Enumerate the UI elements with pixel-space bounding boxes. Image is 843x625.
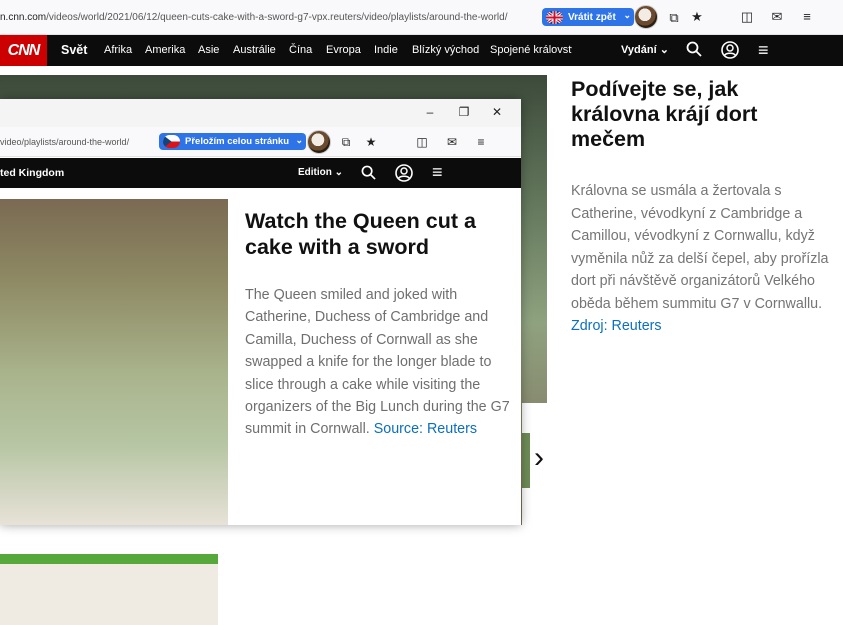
hamburger-menu-icon[interactable]: ≡ (432, 163, 443, 181)
restore-icon[interactable]: ❐ (456, 105, 472, 119)
uk-flag-icon (546, 10, 563, 24)
description-text: Královna se usmála a žertovala s Catheri… (571, 183, 829, 312)
cake-image (0, 554, 218, 625)
browser-toolbar: video/playlists/around-the-world/ Přelož… (0, 127, 521, 157)
bookmark-star-icon[interactable]: ★ (688, 8, 706, 26)
nav-item-blizky-vychod[interactable]: Blízký východ (412, 35, 479, 66)
chevron-down-icon[interactable]: ⌄ (295, 135, 303, 146)
edition-label: Edition (298, 167, 332, 178)
reader-view-icon[interactable]: ⧉ (665, 9, 683, 27)
front-browser-window: – ❐ ✕ video/playlists/around-the-world/ … (0, 99, 521, 625)
menu-icon[interactable]: ≡ (798, 8, 816, 26)
translate-page-label: Přeložím celou stránku (185, 136, 290, 147)
source-link[interactable]: Zdroj: Reuters (571, 318, 662, 334)
edition-menu[interactable]: Edition ⌄ (298, 158, 343, 188)
reader-view-icon[interactable]: ⧉ (337, 133, 355, 151)
chevron-down-icon: ⌄ (334, 167, 344, 178)
avatar[interactable] (634, 5, 658, 29)
avatar[interactable] (307, 130, 331, 154)
nav-item-indie[interactable]: Indie (374, 35, 398, 66)
site-nav: ted Kingdom Edition ⌄ ≡ (0, 158, 521, 188)
chevron-down-icon: ⌄ (659, 44, 669, 56)
search-icon[interactable] (686, 41, 702, 62)
mail-icon[interactable]: ✉ (443, 133, 461, 151)
sidebar-icon[interactable]: ◫ (413, 133, 431, 151)
bookmark-star-icon[interactable]: ★ (362, 133, 380, 151)
translate-page-button[interactable]: Přeložím celou stránku ⌄ (159, 133, 306, 150)
nav-item-evropa[interactable]: Evropa (326, 35, 361, 66)
menu-icon[interactable]: ≡ (472, 133, 490, 151)
article-description: Královna se usmála a žertovala s Catheri… (571, 180, 833, 338)
address-bar[interactable]: n.cnn.com/videos/world/2021/06/12/queen-… (0, 8, 542, 28)
account-icon[interactable] (395, 164, 413, 187)
nav-item-cina[interactable]: Čína (289, 35, 312, 66)
mail-icon[interactable]: ✉ (768, 8, 786, 26)
playlist-thumbnail[interactable] (522, 433, 530, 488)
chevron-down-icon[interactable]: ⌄ (623, 10, 631, 21)
close-icon[interactable]: ✕ (489, 105, 505, 119)
nav-item-spojene-kralovstvi[interactable]: Spojené království (490, 35, 572, 66)
edition-label: Vydání (621, 44, 657, 56)
article-title: Watch the Queen cut a cake with a sword (245, 209, 476, 259)
account-icon[interactable] (721, 41, 739, 64)
source-link[interactable]: Source: Reuters (374, 421, 477, 437)
nav-section-title[interactable]: Svět (61, 35, 87, 66)
url-domain: n.cnn.com (0, 12, 47, 23)
article-description: The Queen smiled and joked with Catherin… (245, 284, 511, 441)
video-thumbnail[interactable] (0, 199, 228, 625)
nav-item-australie[interactable]: Austrálie (233, 35, 276, 66)
search-icon[interactable] (361, 165, 376, 185)
hamburger-menu-icon[interactable]: ≡ (758, 41, 769, 59)
nav-item-amerika[interactable]: Amerika (145, 35, 185, 66)
nav-item-asie[interactable]: Asie (198, 35, 219, 66)
nav-item-united-kingdom[interactable]: ted Kingdom (0, 158, 64, 188)
cnn-logo[interactable]: CNN (0, 35, 47, 66)
url-path: /videos/world/2021/06/12/queen-cuts-cake… (46, 12, 508, 23)
browser-toolbar: n.cnn.com/videos/world/2021/06/12/queen-… (0, 0, 843, 35)
edition-menu[interactable]: Vydání ⌄ (621, 35, 669, 66)
sidebar-icon[interactable]: ◫ (738, 8, 756, 26)
window-titlebar: – ❐ ✕ (0, 99, 521, 127)
cz-flag-icon (163, 135, 180, 148)
article-title: Podívejte se, jak královna krájí dort me… (571, 77, 758, 151)
nav-item-afrika[interactable]: Afrika (104, 35, 132, 66)
translate-revert-button[interactable]: Vrátit zpět ⌄ (542, 8, 634, 26)
minimize-icon[interactable]: – (422, 105, 438, 119)
translate-revert-label: Vrátit zpět (568, 11, 616, 23)
site-nav: CNN Svět Afrika Amerika Asie Austrálie Č… (0, 35, 843, 66)
chevron-right-icon[interactable]: › (534, 443, 544, 473)
description-text: The Queen smiled and joked with Catherin… (245, 287, 510, 438)
